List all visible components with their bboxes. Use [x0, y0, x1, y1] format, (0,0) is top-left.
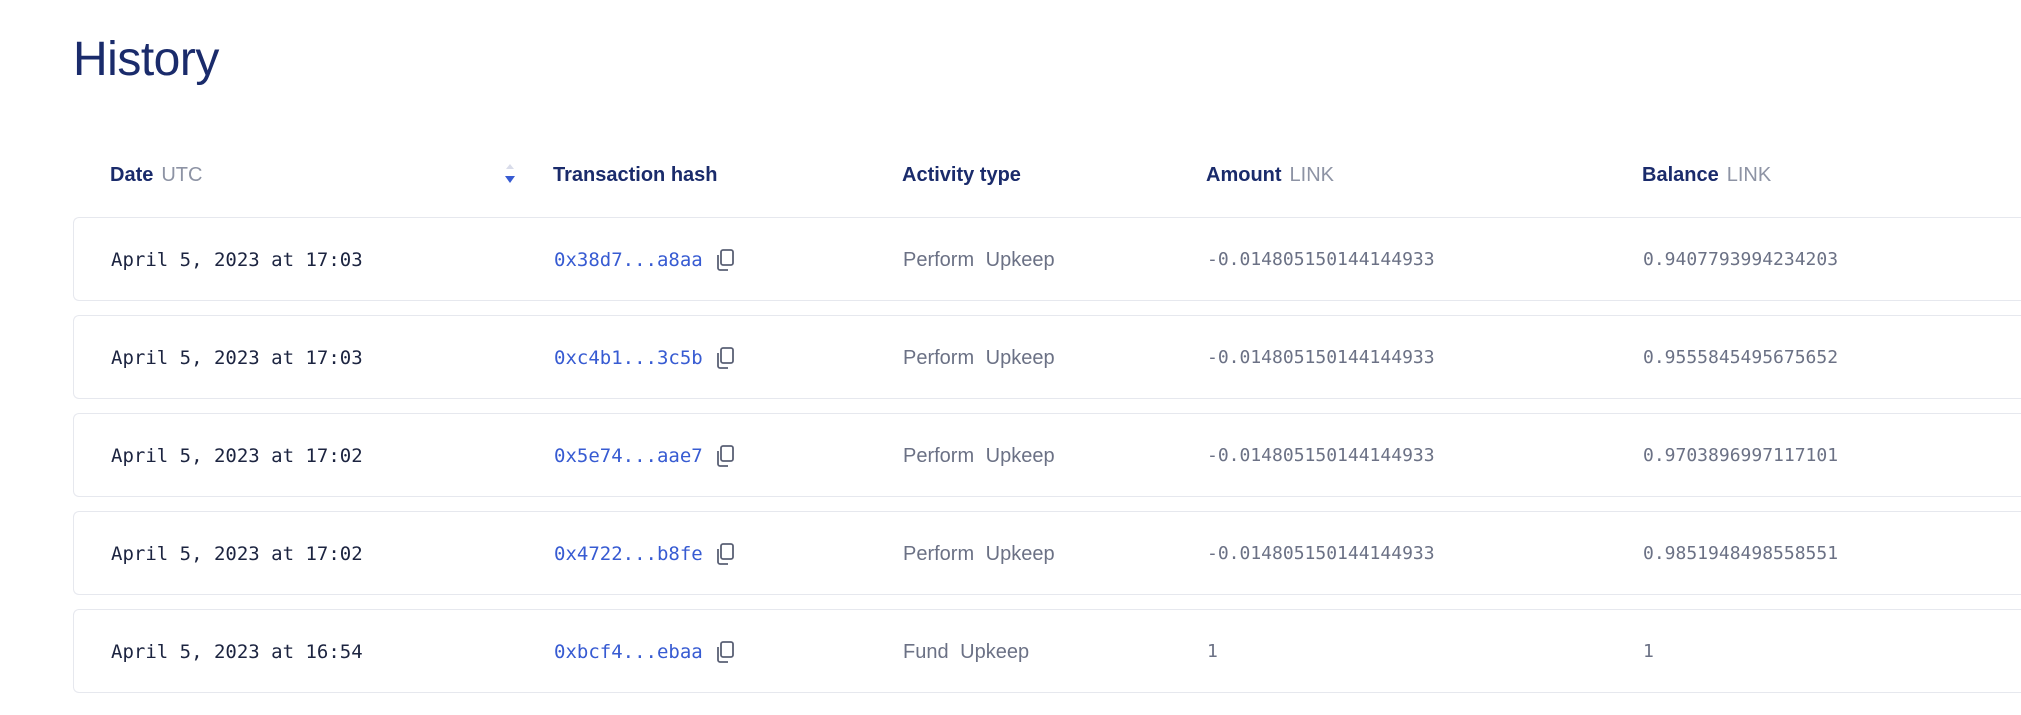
table-header: Date UTC Transaction hash Activity type A… — [73, 152, 2021, 198]
transaction-hash-link[interactable]: 0xbcf4...ebaa — [554, 610, 703, 694]
row-date: April 5, 2023 at 17:03 — [111, 347, 363, 369]
copy-icon[interactable] — [715, 444, 735, 468]
copy-icon[interactable] — [715, 640, 735, 664]
row-date: April 5, 2023 at 16:54 — [111, 641, 363, 663]
row-balance: 0.9851948498558551 — [1643, 543, 1839, 564]
row-balance: 0.9555845495675652 — [1643, 347, 1839, 368]
table-row: April 5, 2023 at 17:03 0xc4b1...3c5b Per… — [73, 315, 2021, 399]
column-header-amount-label: Amount — [1206, 164, 1282, 186]
copy-icon[interactable] — [715, 248, 735, 272]
column-header-amount[interactable]: Amount LINK — [1206, 162, 1334, 188]
transaction-hash-link[interactable]: 0x38d7...a8aa — [554, 218, 703, 302]
row-hash-cell: 0xbcf4...ebaa — [554, 610, 735, 694]
transaction-hash-link[interactable]: 0x5e74...aae7 — [554, 414, 703, 498]
column-header-hash[interactable]: Transaction hash — [553, 162, 718, 188]
transaction-hash-link[interactable]: 0x4722...b8fe — [554, 512, 703, 596]
row-activity-type: Perform Upkeep — [903, 543, 1055, 565]
column-header-activity[interactable]: Activity type — [902, 162, 1021, 188]
row-balance: 1 — [1643, 641, 1654, 662]
row-activity-type: Fund Upkeep — [903, 641, 1030, 663]
column-header-balance-unit: LINK — [1726, 164, 1772, 186]
row-activity-type: Perform Upkeep — [903, 347, 1055, 369]
column-header-date[interactable]: Date UTC — [110, 162, 202, 188]
table-row: April 5, 2023 at 17:03 0x38d7...a8aa Per… — [73, 217, 2021, 301]
row-balance: 0.9703896997117101 — [1643, 445, 1839, 466]
row-amount: -0.014805150144144933 — [1207, 347, 1435, 368]
row-date: April 5, 2023 at 17:03 — [111, 249, 363, 271]
sort-descending-icon[interactable] — [503, 162, 517, 188]
row-date: April 5, 2023 at 17:02 — [111, 543, 363, 565]
column-header-date-unit: UTC — [161, 164, 203, 186]
column-header-date-label: Date — [110, 164, 154, 186]
row-amount: 1 — [1207, 641, 1218, 662]
row-activity-type: Perform Upkeep — [903, 445, 1055, 467]
column-header-balance-label: Balance — [1642, 164, 1719, 186]
row-date: April 5, 2023 at 17:02 — [111, 445, 363, 467]
table-row: April 5, 2023 at 17:02 0x5e74...aae7 Per… — [73, 413, 2021, 497]
table-row: April 5, 2023 at 16:54 0xbcf4...ebaa Fun… — [73, 609, 2021, 693]
row-balance: 0.9407793994234203 — [1643, 249, 1839, 270]
page-title: History — [73, 33, 219, 86]
copy-icon[interactable] — [715, 542, 735, 566]
transaction-hash-link[interactable]: 0xc4b1...3c5b — [554, 316, 703, 400]
row-hash-cell: 0xc4b1...3c5b — [554, 316, 735, 400]
column-header-amount-unit: LINK — [1289, 164, 1335, 186]
row-activity-type: Perform Upkeep — [903, 249, 1055, 271]
column-header-hash-label: Transaction hash — [553, 164, 718, 186]
row-amount: -0.014805150144144933 — [1207, 249, 1435, 270]
table-row: April 5, 2023 at 17:02 0x4722...b8fe Per… — [73, 511, 2021, 595]
row-hash-cell: 0x5e74...aae7 — [554, 414, 735, 498]
row-amount: -0.014805150144144933 — [1207, 445, 1435, 466]
row-amount: -0.014805150144144933 — [1207, 543, 1435, 564]
column-header-balance[interactable]: Balance LINK — [1642, 162, 1771, 188]
row-hash-cell: 0x38d7...a8aa — [554, 218, 735, 302]
row-hash-cell: 0x4722...b8fe — [554, 512, 735, 596]
column-header-activity-label: Activity type — [902, 164, 1021, 186]
copy-icon[interactable] — [715, 346, 735, 370]
